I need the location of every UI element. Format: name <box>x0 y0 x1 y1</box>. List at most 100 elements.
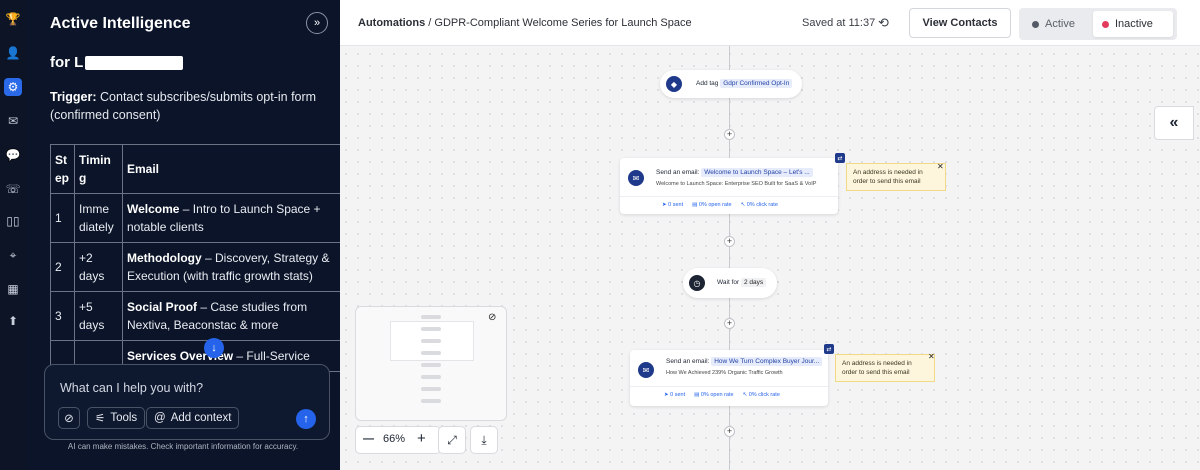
address-warning: An address is needed in order to send th… <box>835 354 935 382</box>
email-cell: Welcome – Intro to Launch Space + notabl… <box>122 193 340 243</box>
history-icon[interactable]: ⟲ <box>878 15 889 31</box>
send-email-label: Send an email: <box>656 169 700 176</box>
pipeline-icon[interactable]: ▯▯ <box>4 212 22 230</box>
status-inactive-option[interactable]: Inactive <box>1093 11 1173 37</box>
scroll-down-button[interactable]: ↓ <box>204 338 224 358</box>
email-node-header: Send an email: How We Turn Complex Buyer… <box>666 357 823 366</box>
timing-cell: +2 days <box>74 242 123 292</box>
tools-label: Tools <box>110 412 138 424</box>
add-context-button[interactable]: @ Add context <box>146 407 240 429</box>
paperclip-icon: ⊘ <box>64 413 74 425</box>
at-icon: @ <box>154 412 166 424</box>
status-toggle[interactable]: Active Inactive <box>1019 8 1177 40</box>
click-rate-metric: ↖ 0% click rate <box>740 202 778 208</box>
zoom-in-button[interactable]: + <box>417 430 426 447</box>
email-sequence-table: St ep Timin g Email 1 Imme diately Welco… <box>50 144 340 372</box>
sent-metric: ➤ 0 sent <box>662 202 684 208</box>
send-email-label: Send an email: <box>666 358 710 365</box>
step-cell: 3 <box>50 291 75 341</box>
add-tag-label: Add tag <box>696 80 719 87</box>
col-header-step: St ep <box>50 144 75 194</box>
download-button[interactable]: ⤓ <box>470 426 498 454</box>
address-warning: An address is needed in order to send th… <box>846 163 946 191</box>
link-badge-icon[interactable]: ⇄ <box>835 153 845 163</box>
mail-icon[interactable]: ✉ <box>4 112 22 130</box>
open-rate-metric: ▤ 0% open rate <box>692 202 732 208</box>
wait-node[interactable]: ◷ Wait for 2 days <box>683 268 777 298</box>
email-preview: How We Achieved 239% Organic Traffic Gro… <box>666 370 783 376</box>
chat-input-box[interactable]: What can I help you with? ⊘ ⚟ Tools @ Add … <box>44 364 330 440</box>
upload-icon[interactable]: ⬆ <box>4 312 22 330</box>
assistant-panel: Active Intelligence » for L Trigger: Con… <box>26 0 340 470</box>
trophy-icon[interactable]: 🏆 <box>4 10 22 28</box>
minimap-node <box>421 315 441 319</box>
zoom-out-button[interactable]: — <box>363 433 374 445</box>
attach-button[interactable]: ⊘ <box>58 407 80 429</box>
close-warning-icon[interactable]: ✕ <box>928 352 935 361</box>
chat-input[interactable]: What can I help you with? <box>60 381 203 395</box>
status-active-label: Active <box>1045 18 1075 30</box>
email-metrics: ➤ 0 sent ▤ 0% open rate ↖ 0% click rate <box>664 392 780 398</box>
collapse-sidebar-button[interactable]: « <box>1154 106 1194 140</box>
cursor-icon[interactable]: ⌖ <box>4 246 22 264</box>
timing-cell: Imme diately <box>74 193 123 243</box>
assistant-title: Active Intelligence <box>50 15 191 32</box>
view-contacts-button[interactable]: View Contacts <box>909 8 1011 38</box>
top-bar: Automations / GDPR-Compliant Welcome Ser… <box>340 0 1200 46</box>
chat-icon[interactable]: 💬 <box>4 146 22 164</box>
send-button[interactable]: ↑ <box>296 409 316 429</box>
tag-pill: Gdpr Confirmed Opt-In <box>720 79 793 88</box>
send-email-node[interactable]: ✉ Send an email: How We Turn Complex Buy… <box>630 350 828 406</box>
clock-icon: ◷ <box>689 275 705 291</box>
wait-duration: 2 days <box>740 278 767 287</box>
expand-icon: ⤢ <box>447 432 457 447</box>
hide-minimap-icon[interactable]: ⊘ <box>488 312 496 323</box>
timing-cell: +5 days <box>74 291 123 341</box>
table-row: 1 Imme diately Welcome – Intro to Launch… <box>50 193 340 243</box>
user-icon[interactable]: 👤 <box>4 44 22 62</box>
reports-icon[interactable]: ▦ <box>4 280 22 298</box>
minimap[interactable]: ⊘ <box>355 306 507 421</box>
ai-disclaimer: AI can make mistakes. Check important in… <box>67 442 299 451</box>
click-rate-metric: ↖ 0% click rate <box>742 392 780 398</box>
tools-button[interactable]: ⚟ Tools <box>87 407 146 429</box>
status-inactive-label: Inactive <box>1115 18 1153 30</box>
add-tag-node[interactable]: ◆ Add tag Gdpr Confirmed Opt-In <box>660 70 802 98</box>
email-cell: Social Proof – Case studies from Nextiva… <box>122 291 340 341</box>
zoom-control: — 66% + <box>355 426 441 454</box>
whatsapp-icon[interactable]: ☏ <box>4 180 22 198</box>
breadcrumb-current: GDPR-Compliant Welcome Series for Launch… <box>434 17 692 29</box>
table-row: 3 +5 days Social Proof – Case studies fr… <box>50 291 340 341</box>
wait-label: Wait for <box>717 279 740 286</box>
sent-metric: ➤ 0 sent <box>664 392 686 398</box>
arrow-down-icon: ↓ <box>211 342 217 354</box>
add-step-button[interactable]: + <box>724 236 735 247</box>
close-warning-icon[interactable]: ✕ <box>937 162 944 171</box>
breadcrumb: Automations / GDPR-Compliant Welcome Ser… <box>358 17 692 29</box>
node-divider <box>620 196 838 197</box>
email-cell: Methodology – Discovery, Strategy & Exec… <box>122 242 340 292</box>
send-email-node[interactable]: ✉ Send an email: Welcome to Launch Space… <box>620 158 838 214</box>
wait-text: Wait for 2 days <box>717 278 767 287</box>
open-rate-metric: ▤ 0% open rate <box>694 392 734 398</box>
email-subject-pill: Welcome to Launch Space – Let's ... <box>701 168 813 177</box>
email-title: Welcome <box>127 202 180 216</box>
add-step-button[interactable]: + <box>724 318 735 329</box>
zoom-level: 66% <box>383 433 406 445</box>
status-active-option[interactable]: Active <box>1023 11 1084 37</box>
minimap-node <box>421 351 441 355</box>
link-badge-icon[interactable]: ⇄ <box>824 344 834 354</box>
automation-canvas[interactable]: Automations / GDPR-Compliant Welcome Ser… <box>340 0 1200 470</box>
expand-panel-button[interactable]: » <box>306 12 328 34</box>
breadcrumb-root-link[interactable]: Automations <box>358 17 425 29</box>
add-tag-text: Add tag Gdpr Confirmed Opt-In <box>696 79 793 88</box>
fit-view-button[interactable]: ⤢ <box>438 426 466 454</box>
automations-icon[interactable]: ⚙ <box>4 78 22 96</box>
minimap-node <box>421 375 441 379</box>
minimap-node <box>421 327 441 331</box>
col-header-email: Email <box>122 144 340 194</box>
add-step-button[interactable]: + <box>724 129 735 140</box>
add-step-button[interactable]: + <box>724 426 735 437</box>
email-desc: – Full-Service <box>233 349 310 363</box>
minimap-node <box>421 399 441 403</box>
